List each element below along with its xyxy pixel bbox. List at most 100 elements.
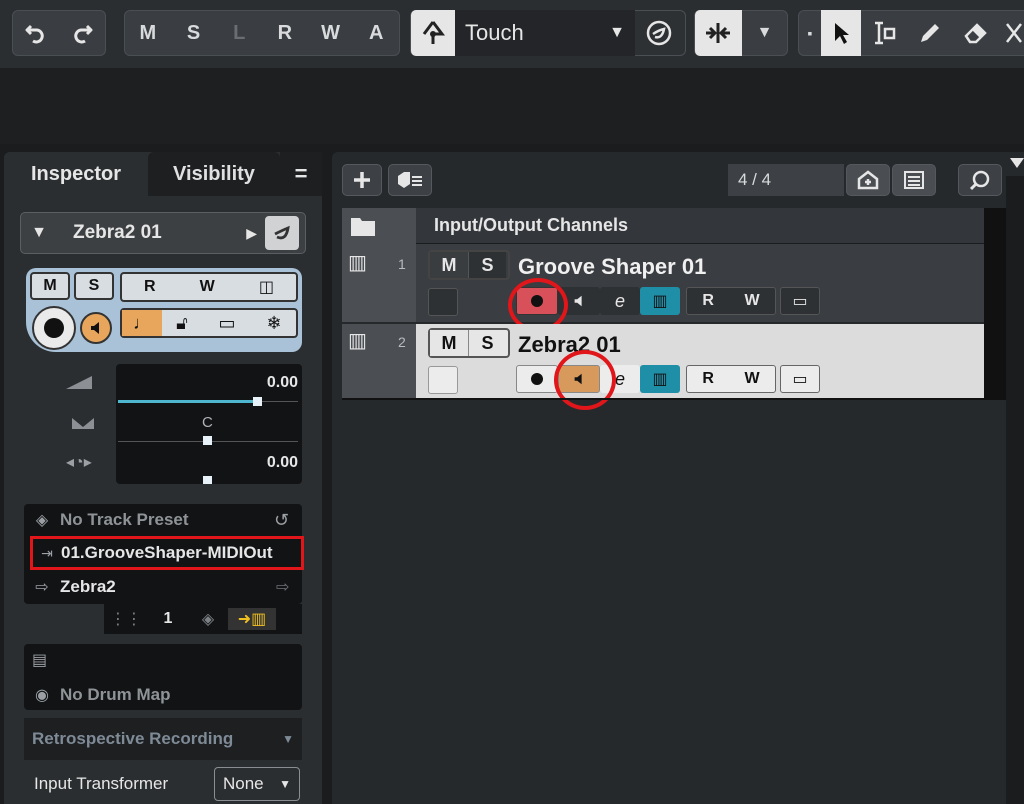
lanes-icon[interactable]: ▭ xyxy=(202,313,252,334)
redo-button[interactable] xyxy=(59,10,105,56)
track-1-number: 1 xyxy=(398,256,406,272)
track-1-name: Groove Shaper 01 xyxy=(518,254,707,279)
object-selection-tool[interactable] xyxy=(821,10,861,56)
write-button[interactable]: W xyxy=(200,278,215,296)
snap-mode-dropdown[interactable]: ▼ xyxy=(742,10,787,56)
output-routing-field[interactable]: ⇨ Zebra2 ⇨ xyxy=(24,572,302,602)
speaker-icon xyxy=(574,295,582,307)
input-transformer-value: None xyxy=(223,774,264,793)
input-transformer-select[interactable]: None ▼ xyxy=(214,767,300,801)
add-track-button[interactable] xyxy=(342,164,382,196)
speaker-icon xyxy=(91,322,99,334)
track-2-lanes-button[interactable]: ▭ xyxy=(780,365,820,393)
track-2-instrument-button[interactable]: ▥ xyxy=(640,365,680,393)
list-icon[interactable]: ▤ xyxy=(32,650,47,670)
track-1-read-button[interactable]: R xyxy=(702,292,714,310)
mute-button[interactable]: M xyxy=(30,272,70,300)
track-1-lanes-button[interactable]: ▭ xyxy=(780,287,820,315)
global-read-button[interactable]: R xyxy=(262,10,308,56)
collapse-triangle-icon[interactable]: ▼ xyxy=(21,224,57,242)
tab-inspector-label: Inspector xyxy=(30,162,122,185)
range-selection-tool[interactable] xyxy=(861,10,907,56)
track-2-rw-group: R W xyxy=(686,365,776,393)
input-routing-field[interactable]: ⇥ 01.GrooveShaper-MIDIOut xyxy=(30,536,304,570)
ruler-marker-icon xyxy=(1010,158,1024,172)
draw-tool[interactable] xyxy=(907,10,953,56)
volume-fader-handle[interactable] xyxy=(253,397,262,406)
track-1-color-button[interactable] xyxy=(428,288,458,316)
lanes-icon: ▭ xyxy=(792,371,808,388)
folder-track-row[interactable]: Input/Output Channels xyxy=(342,207,1006,244)
retrospective-recording-header[interactable]: Retrospective Recording ▼ xyxy=(24,718,302,760)
track-1-instrument-button[interactable]: ▥ xyxy=(640,287,680,315)
musical-timebase-icon[interactable]: ♩ xyxy=(122,310,162,336)
delay-fader-handle[interactable] xyxy=(203,476,212,484)
drum-map-row[interactable]: ◉ No Drum Map xyxy=(24,682,170,708)
track-2-color-button[interactable] xyxy=(428,366,458,394)
snap-group: ▼ xyxy=(694,10,788,56)
lock-icon[interactable]: 🔓︎ xyxy=(162,313,202,334)
tab-visibility-label: Visibility xyxy=(173,162,255,185)
read-button[interactable]: R xyxy=(144,278,156,296)
track-2-read-button[interactable]: R xyxy=(702,370,714,388)
midi-channel-value[interactable]: 1 xyxy=(148,610,188,628)
track-2-mute-button[interactable]: M xyxy=(430,330,468,356)
automation-node-icon xyxy=(422,21,445,44)
folder-tracks-icon xyxy=(398,172,422,188)
track-2-solo-button[interactable]: S xyxy=(468,330,506,356)
e-edit-icon xyxy=(646,20,672,46)
reload-icon[interactable]: ↺ xyxy=(274,510,302,531)
track-counter-value: 4 / 4 xyxy=(738,170,772,189)
automation-panel-button[interactable] xyxy=(635,10,683,56)
track-folder-button[interactable] xyxy=(388,164,432,196)
monitor-button[interactable] xyxy=(80,312,112,344)
inspector-menu-icon[interactable]: = xyxy=(280,152,322,196)
chevron-down-icon: ▼ xyxy=(609,24,625,41)
global-write-button[interactable]: W xyxy=(308,10,354,56)
preset-diamond-icon[interactable]: ◈ xyxy=(188,609,228,629)
track-1-solo-button[interactable]: S xyxy=(468,252,506,278)
track-preset-row[interactable]: ◈ No Track Preset ↺ xyxy=(24,506,302,534)
track-list-panel: 4 / 4 Input/Output Channels ▥ 1 M S Groo… xyxy=(332,152,1024,804)
erase-tool[interactable] xyxy=(953,10,999,56)
track-name-bar[interactable]: ▼ Zebra2 01 ▶ xyxy=(20,212,306,254)
drum-map-icon: ◉ xyxy=(35,687,49,704)
arrow-right-icon[interactable]: ▶ xyxy=(237,225,257,242)
snap-mode-button[interactable] xyxy=(695,10,742,56)
record-dot-icon xyxy=(531,373,543,385)
track-1-mute-button[interactable]: M xyxy=(430,252,468,278)
undo-button[interactable] xyxy=(13,10,59,56)
edit-channel-icon[interactable]: ◫ xyxy=(259,277,274,297)
visibility-agents-button[interactable] xyxy=(846,164,890,196)
track-1-edit-button[interactable]: e xyxy=(600,287,640,315)
keyboard-icon: ▥ xyxy=(652,371,668,388)
folder-icon xyxy=(351,217,375,236)
automation-mode-icon-button[interactable] xyxy=(411,10,455,56)
split-tool[interactable] xyxy=(999,10,1024,56)
edit-instrument-button[interactable] xyxy=(265,216,299,250)
track-row-1[interactable]: ▥ 1 M S Groove Shaper 01 e ▥ R W ▭ xyxy=(342,244,984,322)
automation-mode-select[interactable]: Touch ▼ xyxy=(455,10,635,56)
global-a-button[interactable]: A xyxy=(353,10,399,56)
pan-fader-handle[interactable] xyxy=(203,436,212,445)
midi-thru-button[interactable]: ➜▥ xyxy=(228,608,276,630)
track-2-record-button[interactable] xyxy=(516,365,558,393)
record-enable-button[interactable] xyxy=(32,306,76,350)
tab-visibility[interactable]: Visibility xyxy=(148,152,280,196)
global-solo-button[interactable]: S xyxy=(171,10,217,56)
volume-fader-track xyxy=(258,401,298,402)
freeze-icon[interactable]: ❄ xyxy=(252,313,296,334)
input-routing-value: 01.GrooveShaper-MIDIOut xyxy=(61,543,273,562)
solo-button[interactable]: S xyxy=(74,272,114,300)
track-delay-icon: ◂◔▸ xyxy=(66,454,92,471)
pointer-icon xyxy=(835,23,849,44)
search-button[interactable] xyxy=(958,164,1002,196)
tab-inspector[interactable]: Inspector xyxy=(4,152,148,196)
track-2-write-button[interactable]: W xyxy=(745,370,760,388)
track-1-write-button[interactable]: W xyxy=(745,292,760,310)
track-list-menu-button[interactable] xyxy=(892,164,936,196)
global-listen-button[interactable]: L xyxy=(216,10,262,56)
global-mute-button[interactable]: M xyxy=(125,10,171,56)
output-routing-icon: ⇨ xyxy=(35,579,49,596)
track-row-2[interactable]: ▥ 2 M S Zebra2 01 e ▥ R W ▭ xyxy=(342,324,984,398)
